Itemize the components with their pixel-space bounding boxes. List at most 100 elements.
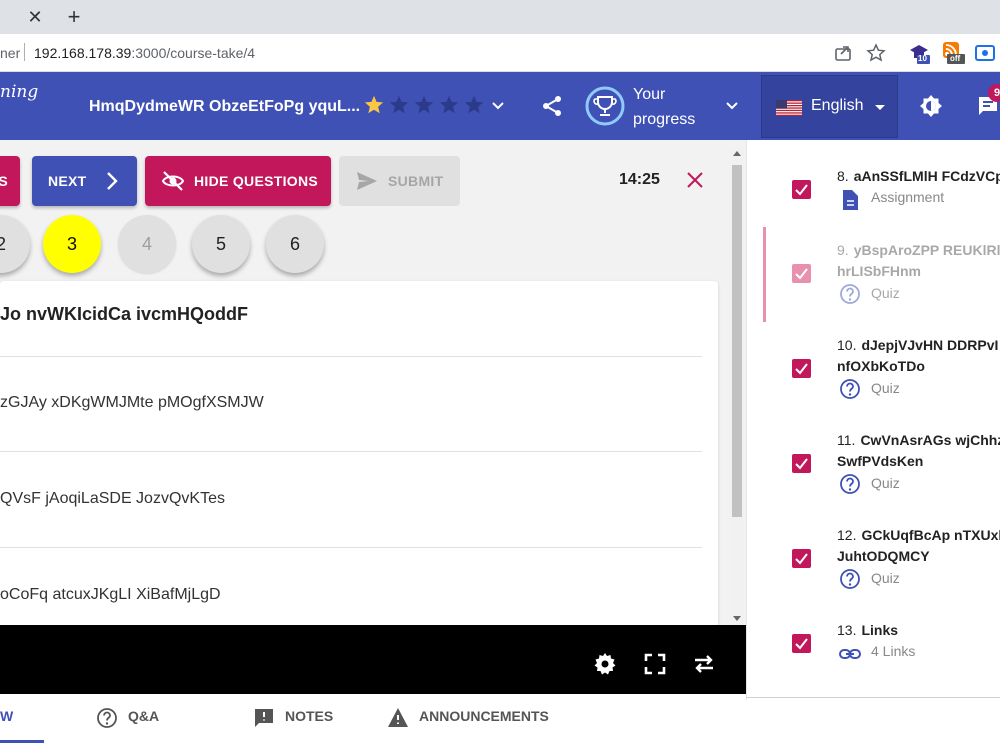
notification-badge: 9	[988, 84, 1000, 102]
hide-questions-label: HIDE QUESTIONS	[194, 173, 318, 189]
brand-logo[interactable]: ning	[0, 82, 38, 102]
tab-qa[interactable]: Q&A	[128, 708, 159, 724]
question-number-4[interactable]: 4	[118, 215, 176, 273]
progress-label[interactable]: Your progress	[633, 82, 695, 132]
scroll-up-arrow-icon[interactable]	[733, 151, 741, 156]
tab-announcements[interactable]: ANNOUNCEMENTS	[419, 708, 549, 724]
item-type: 4 Links	[871, 643, 916, 659]
scrollbar-thumb[interactable]	[732, 165, 742, 517]
item-title: 8. aAnSSfLMlH FCdzVCp	[837, 166, 1000, 187]
course-content-sidebar: 8. aAnSSfLMlH FCdzVCp Assignment 9. yBspAr…	[746, 140, 1000, 700]
share-page-icon[interactable]	[833, 43, 853, 63]
star-empty-icon[interactable]	[413, 94, 435, 116]
item-number: 11.	[837, 432, 856, 448]
quiz-area: S NEXT HIDE QUESTIONS SUBMIT 14:25 2 3 4…	[0, 140, 746, 625]
extension-graduation-icon[interactable]: 10	[908, 42, 930, 64]
close-tab-icon[interactable]: ✕	[24, 6, 46, 28]
item-title-line2: nfOXbKoTDo	[837, 358, 925, 374]
submit-button-label: SUBMIT	[388, 173, 444, 189]
help-circle-icon	[840, 379, 860, 399]
course-title: HmqDydmeWR ObzeEtFoPg yquL...	[89, 98, 361, 115]
bookmark-star-icon[interactable]	[866, 43, 886, 63]
item-title: 11. CwVnAsrAGs wjChhz SwfPVdsKen	[837, 430, 1000, 472]
chevron-down-icon[interactable]	[491, 99, 505, 113]
question-number-3-active[interactable]: 3	[43, 215, 101, 273]
next-button[interactable]: NEXT	[32, 156, 137, 206]
item-title-line2: JuhtODQMCY	[837, 548, 930, 564]
video-control-bar	[0, 625, 746, 694]
previous-button[interactable]: S	[0, 156, 20, 206]
item-type: Assignment	[871, 189, 945, 205]
tab-overview[interactable]: W	[0, 708, 13, 724]
link-icon	[839, 649, 861, 659]
divider	[0, 547, 702, 548]
progress-label-line2: progress	[633, 111, 696, 128]
completed-checkbox[interactable]	[792, 634, 811, 653]
quiz-scrollbar[interactable]	[730, 148, 744, 625]
settings-gear-icon[interactable]	[593, 652, 617, 676]
star-empty-icon[interactable]	[438, 94, 460, 116]
browser-tab-strip: ✕ +	[0, 0, 1000, 34]
extension-screen-icon[interactable]	[974, 42, 996, 64]
item-number: 10.	[837, 337, 857, 353]
new-tab-icon[interactable]: +	[62, 5, 86, 29]
send-icon	[357, 172, 377, 190]
tab-notes[interactable]: NOTES	[285, 708, 333, 724]
chevron-right-icon	[107, 172, 118, 190]
theme-toggle-icon[interactable]	[919, 94, 943, 118]
course-rating[interactable]	[363, 94, 485, 116]
current-item-indicator	[763, 227, 766, 322]
answer-option[interactable]: oCoFq atcuxJKgLI XiBafMjLgD	[0, 586, 221, 604]
extension-badge: 10	[918, 54, 927, 63]
note-icon	[255, 709, 273, 727]
question-number-5[interactable]: 5	[192, 215, 250, 273]
question-title: Jo nvWKIcidCa ivcmHQoddF	[0, 304, 249, 324]
fullscreen-icon[interactable]	[643, 652, 667, 676]
hide-questions-button[interactable]: HIDE QUESTIONS	[145, 156, 331, 206]
eye-off-icon	[161, 171, 185, 191]
star-filled-icon[interactable]	[363, 94, 385, 116]
swap-layout-icon[interactable]	[692, 652, 716, 676]
language-selector[interactable]: English	[761, 75, 898, 138]
chevron-down-icon[interactable]	[725, 99, 739, 113]
share-icon[interactable]	[541, 95, 563, 117]
warning-icon	[388, 708, 408, 727]
extension-rss-icon[interactable]: off	[943, 42, 965, 64]
url-separator	[24, 43, 25, 61]
question-card: Jo nvWKIcidCa ivcmHQoddF zGJAy xDKgWMJMt…	[0, 281, 718, 625]
completed-checkbox[interactable]	[792, 454, 811, 473]
scroll-down-arrow-icon[interactable]	[733, 616, 741, 621]
completed-checkbox[interactable]	[792, 359, 811, 378]
question-number-6[interactable]: 6	[266, 215, 324, 273]
item-type: Quiz	[871, 285, 900, 301]
star-empty-icon[interactable]	[463, 94, 485, 116]
active-tab-indicator	[0, 740, 44, 743]
item-title: 13. Links	[837, 620, 898, 641]
submit-button[interactable]: SUBMIT	[339, 156, 460, 206]
item-title-line1: dJepjVJvHN DDRPvI	[861, 337, 999, 353]
divider	[0, 451, 702, 452]
item-title-line1: CwVnAsrAGs wjChhz	[860, 432, 1000, 448]
progress-label-line1: Your	[633, 86, 666, 103]
close-icon[interactable]	[686, 171, 704, 189]
help-circle-icon	[840, 284, 860, 304]
item-title: 9. yBspAroZPP REUKlRl hrLISbFHnm	[837, 240, 1000, 282]
completed-checkbox[interactable]	[792, 264, 811, 283]
completed-checkbox[interactable]	[792, 549, 811, 568]
question-number-2[interactable]: 2	[0, 215, 30, 273]
address-bar[interactable]: 192.168.178.39:3000/course-take/4	[34, 45, 255, 61]
quiz-timer: 14:25	[619, 171, 660, 188]
item-type: Quiz	[871, 380, 900, 396]
trophy-progress-icon[interactable]	[584, 85, 626, 127]
item-number: 13.	[837, 622, 857, 638]
previous-button-label: S	[0, 173, 8, 189]
answer-option[interactable]: QVsF jAoqiLaSDE JozvQvKTes	[0, 490, 225, 508]
caret-down-icon	[875, 105, 885, 110]
completed-checkbox[interactable]	[792, 180, 811, 199]
item-title-line1: Links	[861, 622, 899, 638]
star-empty-icon[interactable]	[388, 94, 410, 116]
item-title-line2: hrLISbFHnm	[837, 263, 921, 279]
url-host: 192.168.178.39	[34, 45, 132, 61]
answer-option[interactable]: zGJAy xDKgWMJMte pMOgfXSMJW	[0, 394, 264, 412]
document-icon	[843, 190, 858, 210]
